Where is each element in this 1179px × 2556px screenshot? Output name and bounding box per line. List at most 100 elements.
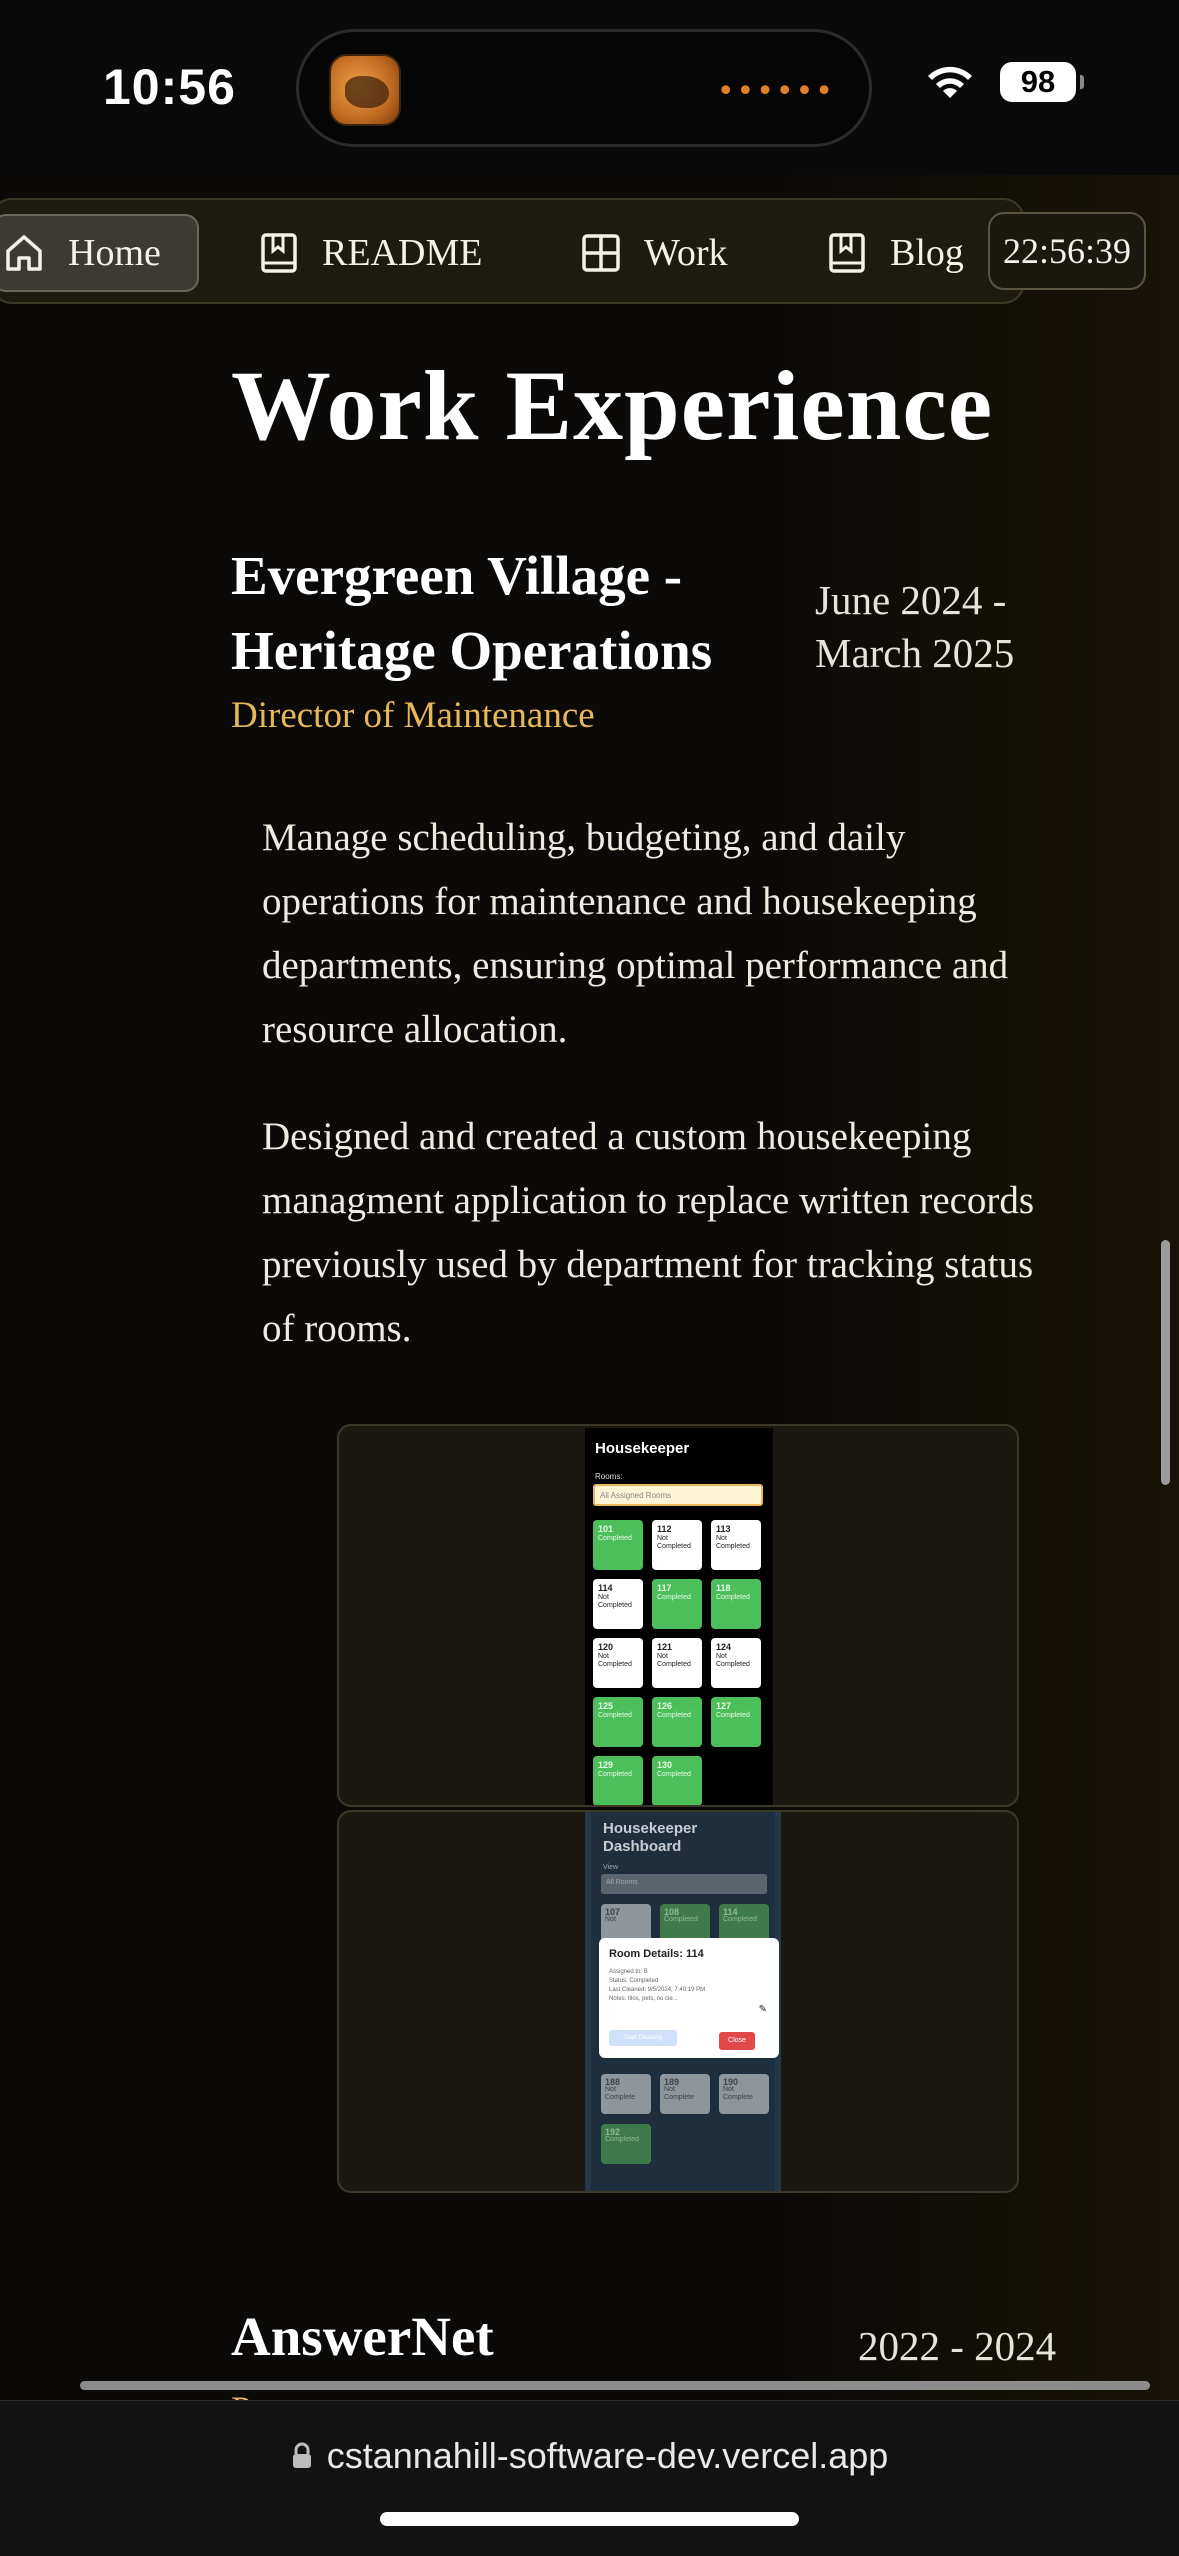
- room-status: Completed: [598, 1712, 632, 1719]
- nav-item-blog[interactable]: Blog: [826, 214, 964, 292]
- url-text: cstannahill-software-dev.vercel.app: [326, 2435, 889, 2476]
- room-status: Not Completed: [716, 1653, 750, 1668]
- status-time: 10:56: [103, 59, 236, 115]
- room-tile: 112 Not Completed: [652, 1520, 702, 1570]
- nav-label-blog: Blog: [890, 232, 964, 274]
- room-tile: 101 Completed: [593, 1520, 643, 1570]
- screen-label: Rooms:: [595, 1472, 623, 1481]
- view-select: All Rooms: [601, 1874, 767, 1894]
- room-number: 192: [605, 2127, 621, 2137]
- room-status: Completed: [598, 1535, 632, 1542]
- room-number: 130: [657, 1760, 673, 1770]
- room-status: Not Completed: [598, 1594, 632, 1609]
- room-number: 118: [716, 1583, 731, 1593]
- grid-icon: [582, 234, 620, 272]
- room-status: Completed: [716, 1712, 750, 1719]
- room-status: Completed: [657, 1594, 691, 1601]
- browser-url-bar[interactable]: cstannahill-software-dev.vercel.app: [0, 2400, 1179, 2556]
- room-tile: 120 Not Completed: [593, 1638, 643, 1688]
- url-display[interactable]: cstannahill-software-dev.vercel.app: [0, 2435, 1179, 2477]
- room-status: Not Completed: [657, 1653, 691, 1668]
- room-number: 108: [664, 1907, 680, 1917]
- room-status: Completed: [657, 1712, 691, 1719]
- room-tile: 189 Not Complete: [660, 2074, 710, 2114]
- room-number: 126: [657, 1701, 673, 1711]
- room-number: 113: [716, 1524, 731, 1534]
- room-number: 114: [598, 1583, 613, 1593]
- room-tile: 121 Not Completed: [652, 1638, 702, 1688]
- rooms-grid-bottom: 188 Not Complete 189 Not Complete 190 Not Com…: [601, 2074, 773, 2164]
- top-nav: Home README Work Blog: [0, 198, 1025, 304]
- room-tile: 125 Completed: [593, 1697, 643, 1747]
- nav-label-readme: README: [322, 232, 483, 274]
- room-status: Completed: [605, 2136, 639, 2143]
- dynamic-island[interactable]: ••••••: [296, 29, 872, 147]
- modal-line: Assigned to: B: [609, 1969, 648, 1975]
- nav-item-readme[interactable]: README: [258, 214, 482, 292]
- bookmark-book-icon: [829, 233, 865, 273]
- room-tile: 126 Completed: [652, 1697, 702, 1747]
- room-status: Completed: [716, 1594, 750, 1601]
- room-number: 129: [598, 1760, 614, 1770]
- room-number: 101: [598, 1524, 614, 1534]
- job-description: Designed and created a custom housekeepi…: [262, 1115, 1035, 1350]
- room-number: 120: [598, 1642, 614, 1652]
- room-number: 121: [657, 1642, 673, 1652]
- room-tile: 118 Completed: [711, 1579, 761, 1629]
- home-icon: [6, 235, 42, 271]
- bookmark-book-icon: [261, 233, 297, 273]
- room-status: Completed: [664, 1916, 698, 1923]
- status-bar: 10:56 •••••• 98: [0, 0, 1179, 175]
- room-status: Not Complete: [723, 2086, 753, 2101]
- room-tile: 190 Not Complete: [719, 2074, 769, 2114]
- screen-title: Housekeeper Dashboard: [603, 1820, 698, 1855]
- room-tile: 192 Completed: [601, 2124, 651, 2164]
- wifi-icon: [928, 66, 972, 98]
- nav-item-home[interactable]: Home: [0, 214, 199, 292]
- home-indicator[interactable]: [380, 2512, 799, 2526]
- battery-indicator: 98: [1000, 62, 1084, 102]
- job-role: Director of Maintenance: [231, 695, 595, 736]
- room-number: 112: [657, 1524, 672, 1534]
- room-tile: 127 Completed: [711, 1697, 761, 1747]
- phone-screen: Housekeeper Rooms: All Assigned Rooms 10…: [585, 1428, 773, 1805]
- room-number: 127: [716, 1701, 732, 1711]
- project-screenshot-housekeeper[interactable]: Housekeeper Rooms: All Assigned Rooms 10…: [337, 1424, 1019, 1807]
- room-status: Not Completed: [716, 1535, 750, 1550]
- room-tile: 188 Not Complete: [601, 2074, 651, 2114]
- room-status: Not Complete: [605, 2086, 635, 2101]
- room-tile: 124 Not Completed: [711, 1638, 761, 1688]
- job-description: Manage scheduling, budgeting, and daily …: [262, 816, 1009, 1051]
- app-activity-icon[interactable]: [329, 54, 401, 126]
- project-screenshot-dashboard[interactable]: Housekeeper Dashboard View All Rooms 107…: [337, 1810, 1019, 2193]
- room-status: Completed: [598, 1771, 632, 1778]
- job-company: Evergreen Village - Heritage Operations: [231, 545, 713, 681]
- section-title: Work Experience: [231, 350, 994, 461]
- rooms-grid: 101 Completed 112 Not Completed 113 Not Compl…: [593, 1520, 765, 1805]
- clock-badge: 22:56:39: [988, 212, 1146, 290]
- room-number: 114: [723, 1907, 738, 1917]
- room-details-modal: Room Details: 114 Assigned to: B Status:…: [599, 1938, 779, 2058]
- job-company: AnswerNet: [231, 2306, 494, 2367]
- close-button: Close: [719, 2032, 755, 2050]
- phone-screen: Housekeeper Dashboard View All Rooms 107…: [585, 1812, 781, 2191]
- room-status: Not Complete: [664, 2086, 694, 2101]
- room-status: Not: [605, 1916, 616, 1923]
- room-number: 188: [605, 2077, 621, 2087]
- start-cleaning-button: Start Cleaning: [609, 2030, 677, 2046]
- job-dates: June 2024 - March 2025: [815, 577, 1015, 676]
- room-tile: 114 Not Completed: [593, 1579, 643, 1629]
- room-status: Not Completed: [598, 1653, 632, 1668]
- activity-dots: ••••••: [716, 74, 835, 109]
- lock-icon: [292, 2442, 311, 2468]
- modal-title: Room Details: 114: [609, 1948, 704, 1960]
- vertical-scrollbar[interactable]: [1161, 1240, 1170, 1485]
- room-number: 124: [716, 1642, 732, 1652]
- status-indicators: 98: [924, 62, 1084, 102]
- room-number: 117: [657, 1583, 672, 1593]
- room-number: 189: [664, 2077, 680, 2087]
- nav-item-work[interactable]: Work: [580, 214, 727, 292]
- room-number: 107: [605, 1907, 621, 1917]
- room-tile: 117 Completed: [652, 1579, 702, 1629]
- horizontal-scrollbar[interactable]: [80, 2381, 1150, 2390]
